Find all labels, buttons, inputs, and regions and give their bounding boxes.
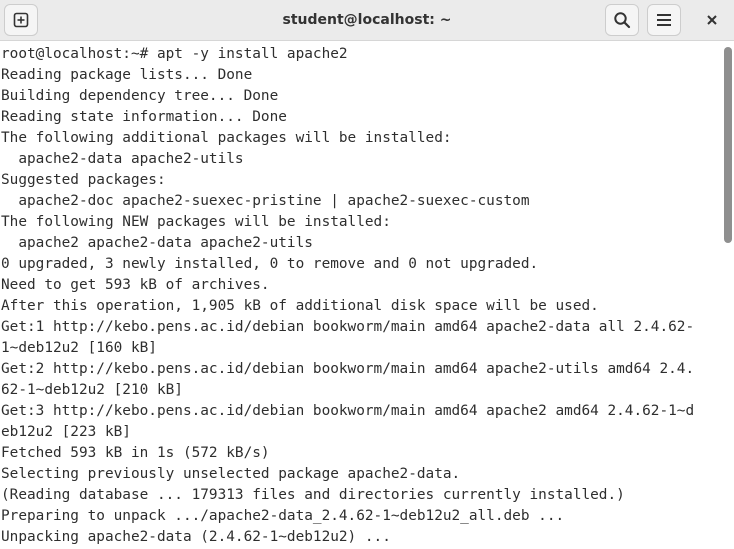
terminal-line: 62-1~deb12u2 [210 kB] [1,382,183,398]
terminal-line: 0 upgraded, 3 newly installed, 0 to remo… [1,256,539,272]
close-icon [707,15,717,25]
terminal-line: The following additional packages will b… [1,130,452,146]
terminal-line: The following NEW packages will be insta… [1,214,391,230]
terminal-line: apache2 apache2-data apache2-utils [1,235,313,251]
close-button[interactable] [695,4,729,36]
terminal-line: Suggested packages: [1,172,166,188]
terminal-line: apache2-doc apache2-suexec-pristine | ap… [1,193,530,209]
terminal-line: After this operation, 1,905 kB of additi… [1,298,599,314]
terminal-line: (Reading database ... 179313 files and d… [1,487,625,503]
terminal-line: Reading package lists... Done [1,67,253,83]
terminal-line: Get:3 http://kebo.pens.ac.id/debian book… [1,403,695,419]
terminal-window: student@localhost: ~ root@localhost:~# a… [0,0,734,549]
search-icon [614,12,631,29]
scrollbar-thumb[interactable] [724,47,732,243]
terminal-line: eb12u2 [223 kB] [1,424,131,440]
terminal-line: Preparing to unpack .../apache2-data_2.4… [1,508,565,524]
terminal-line: apache2-data apache2-utils [1,151,244,167]
terminal-line: root@localhost:~# apt -y install apache2 [1,46,348,62]
hamburger-menu-icon [657,14,671,26]
terminal-line: Building dependency tree... Done [1,88,279,104]
terminal-line: Reading state information... Done [1,109,287,125]
terminal-line: Unpacking apache2-data (2.4.62-1~deb12u2… [1,529,391,545]
vertical-scrollbar[interactable] [720,41,734,549]
terminal-line: Fetched 593 kB in 1s (572 kB/s) [1,445,270,461]
terminal-line: Get:2 http://kebo.pens.ac.id/debian book… [1,361,695,377]
new-tab-button[interactable] [4,4,38,36]
new-tab-icon [13,12,29,28]
terminal-line: Selecting previously unselected package … [1,466,461,482]
terminal-line: 1~deb12u2 [160 kB] [1,340,157,356]
terminal-output[interactable]: root@localhost:~# apt -y install apache2… [0,44,720,549]
header-bar: student@localhost: ~ [0,0,734,41]
search-button[interactable] [605,4,639,36]
main-menu-button[interactable] [647,4,681,36]
terminal-line: Get:1 http://kebo.pens.ac.id/debian book… [1,319,695,335]
terminal-line: Need to get 593 kB of archives. [1,277,270,293]
